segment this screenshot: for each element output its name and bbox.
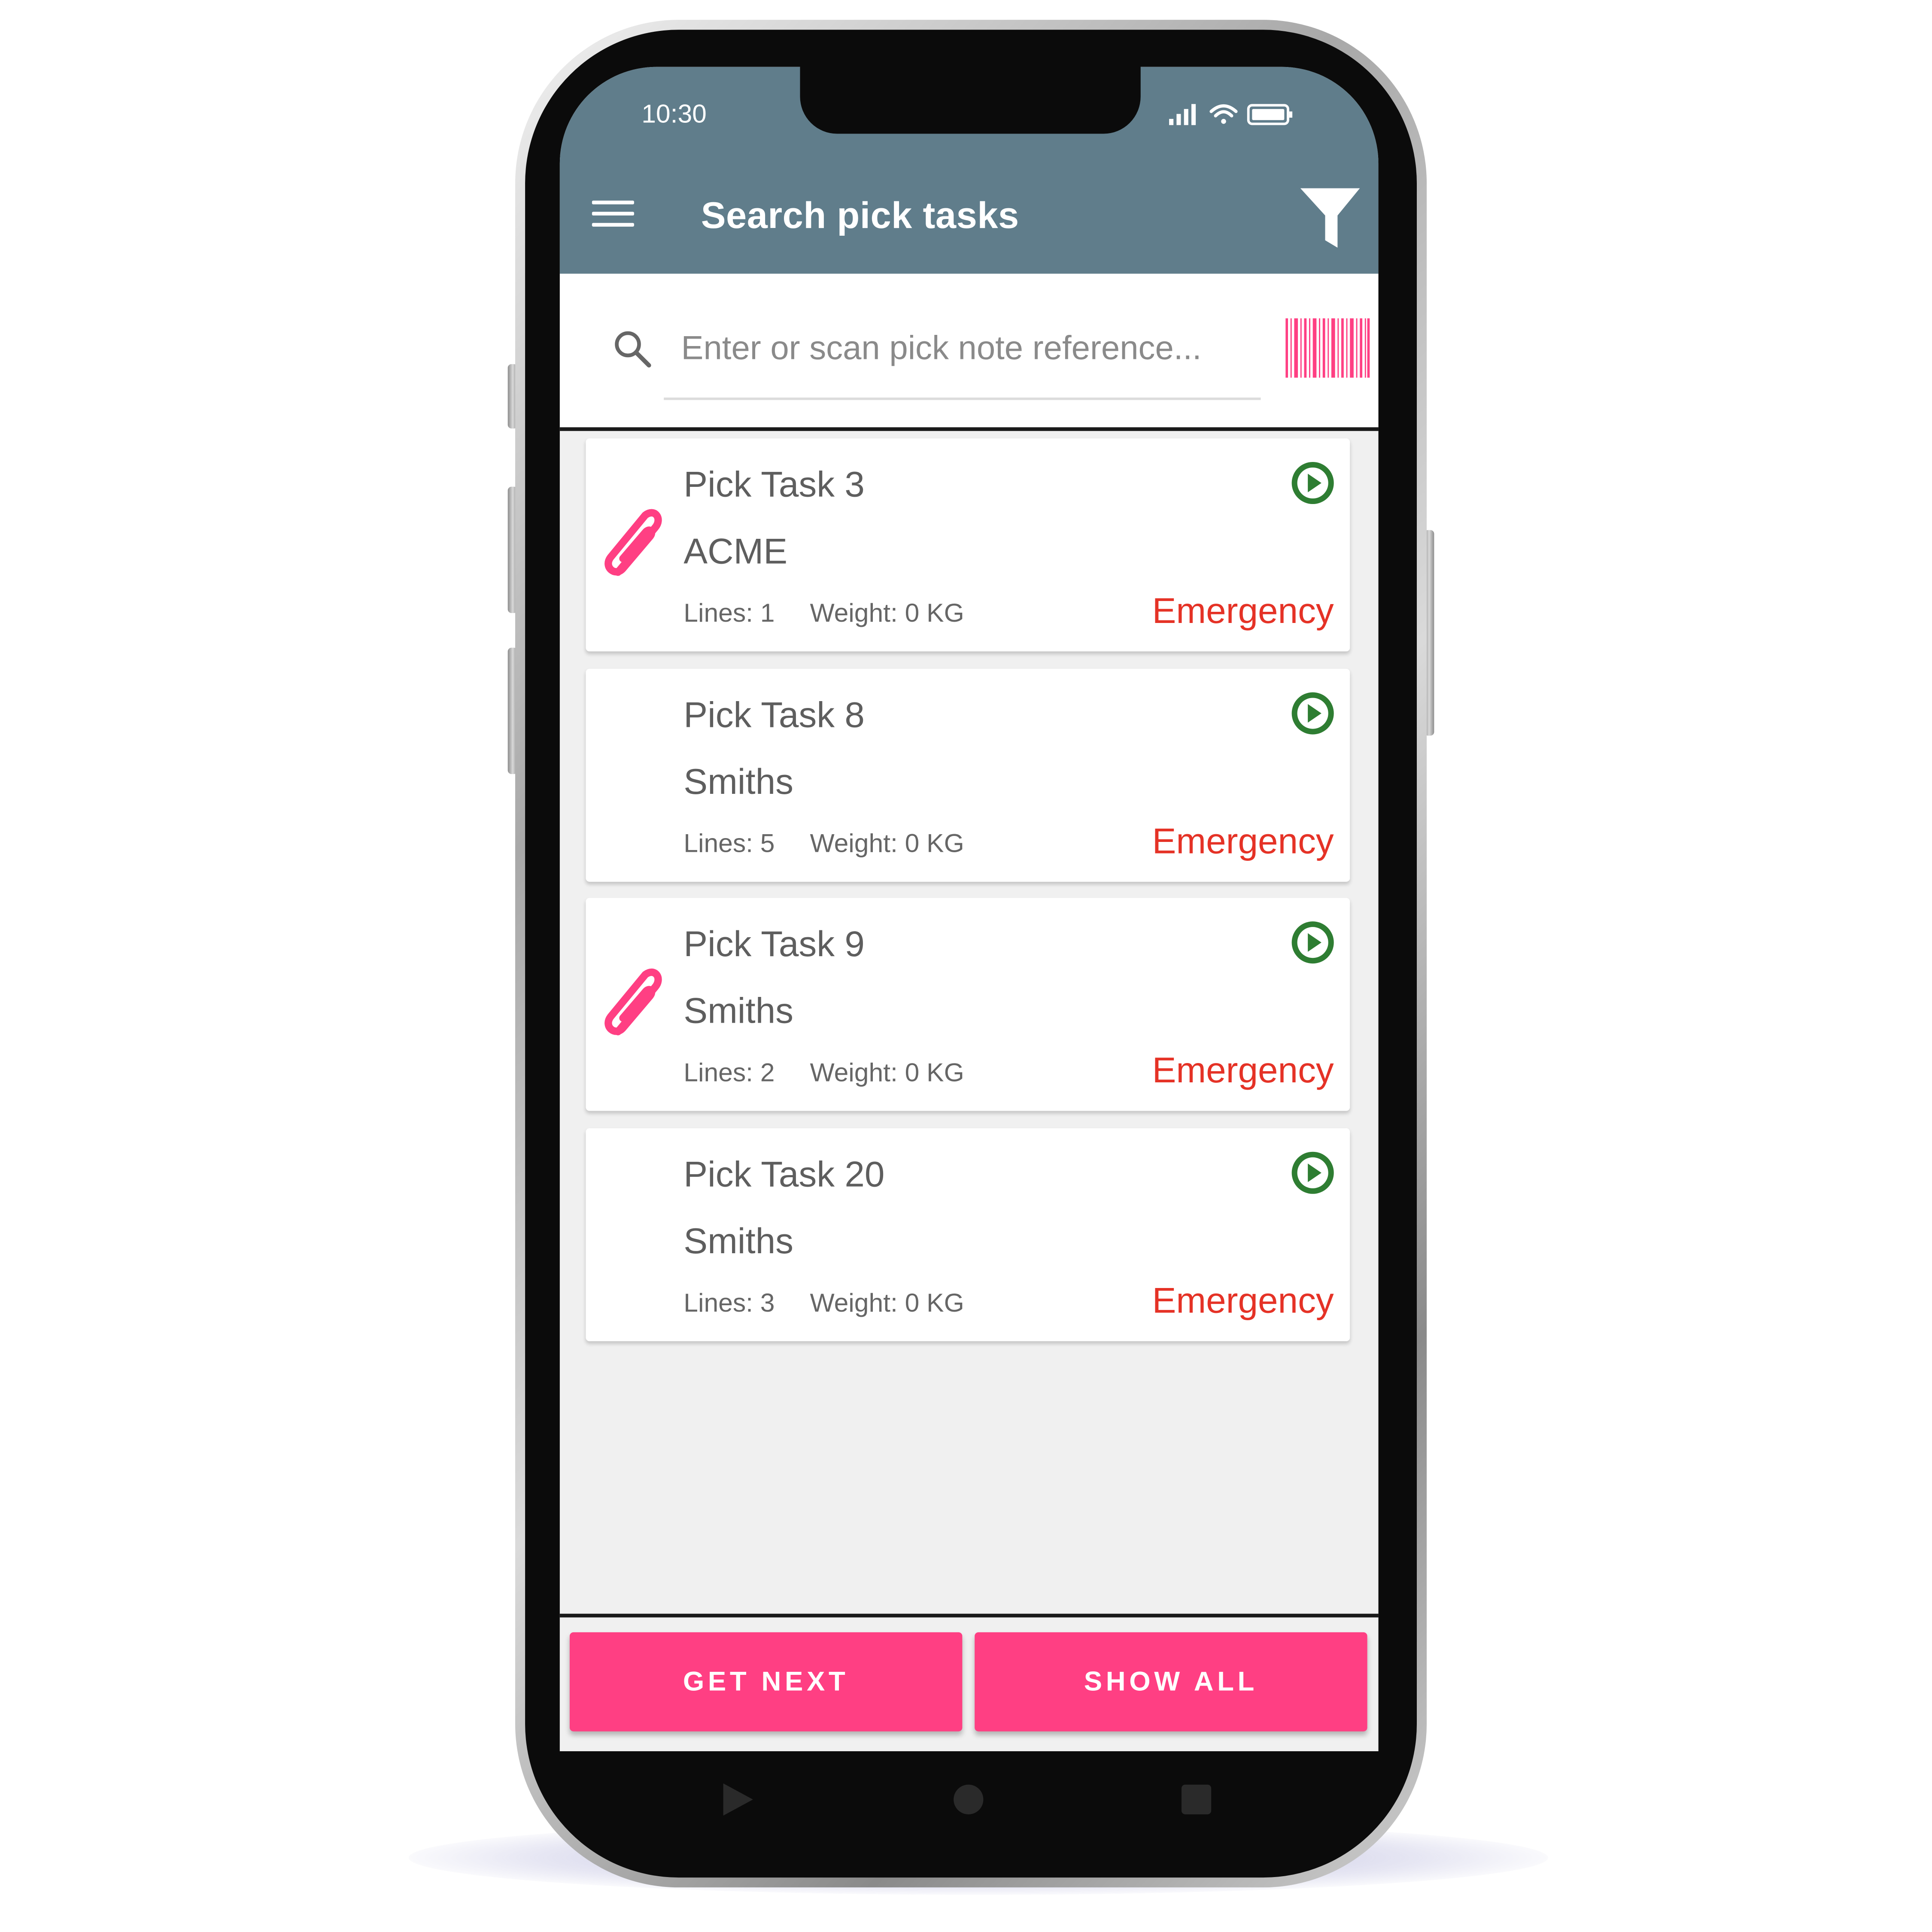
get-next-button[interactable]: GET NEXT — [569, 1632, 963, 1732]
show-all-button[interactable]: SHOW ALL — [975, 1632, 1367, 1732]
play-icon[interactable] — [1291, 920, 1335, 965]
play-icon[interactable] — [1291, 691, 1335, 736]
task-title: Pick Task 9 — [683, 925, 865, 965]
task-customer: Smiths — [683, 1222, 794, 1262]
play-icon[interactable] — [1291, 1151, 1335, 1195]
home-icon — [954, 1784, 984, 1814]
barcode-icon[interactable] — [1285, 318, 1370, 378]
task-weight: Weight: 0 KG — [810, 599, 964, 628]
task-priority: Emergency — [1152, 1282, 1334, 1321]
search-input[interactable] — [681, 323, 1239, 373]
task-priority: Emergency — [1152, 822, 1334, 862]
task-lines: Lines: 5 — [683, 829, 775, 859]
device-frame: 10:30 Search pick tasks Enter or scan pi… — [0, 0, 1932, 1932]
task-card[interactable]: Pick Task 9 Smiths Lines: 2 Weight: 0 KG… — [586, 898, 1350, 1111]
status-icons — [1169, 104, 1293, 125]
task-lines: Lines: 2 — [683, 1059, 775, 1088]
search-bar — [559, 273, 1379, 431]
task-card[interactable]: Pick Task 3 ACME Lines: 1 Weight: 0 KG E… — [586, 438, 1350, 652]
paperclip-icon — [605, 509, 662, 576]
page-title: Search pick tasks — [701, 195, 1019, 237]
task-card[interactable]: Pick Task 8 Smiths Lines: 5 Weight: 0 KG… — [586, 668, 1350, 882]
task-title: Pick Task 20 — [683, 1155, 885, 1195]
task-weight: Weight: 0 KG — [810, 1059, 964, 1088]
task-customer: ACME — [683, 532, 788, 572]
task-card[interactable]: Pick Task 20 Smiths Lines: 3 Weight: 0 K… — [586, 1128, 1350, 1342]
bottom-action-bar: GET NEXT SHOW ALL — [559, 1613, 1379, 1751]
task-lines: Lines: 3 — [683, 1289, 775, 1318]
menu-icon[interactable] — [592, 200, 634, 233]
battery-icon — [1247, 104, 1293, 125]
task-title: Pick Task 8 — [683, 696, 865, 736]
task-weight: Weight: 0 KG — [810, 1289, 964, 1318]
status-time: 10:30 — [641, 100, 707, 129]
task-priority: Emergency — [1152, 1051, 1334, 1091]
android-nav-bar — [723, 1783, 1212, 1816]
wifi-icon — [1209, 104, 1238, 124]
search-underline — [664, 397, 1261, 400]
task-weight: Weight: 0 KG — [810, 829, 964, 859]
task-customer: Smiths — [683, 992, 794, 1032]
task-customer: Smiths — [683, 762, 794, 803]
paperclip-icon — [605, 968, 662, 1036]
task-lines: Lines: 1 — [683, 599, 775, 628]
task-priority: Emergency — [1152, 592, 1334, 632]
recents-icon — [1181, 1784, 1212, 1814]
play-icon[interactable] — [1291, 461, 1335, 505]
screen: 10:30 Search pick tasks Enter or scan pi… — [559, 67, 1379, 1751]
task-title: Pick Task 3 — [683, 465, 865, 505]
search-icon — [615, 331, 651, 368]
back-icon — [723, 1783, 753, 1816]
signal-icon — [1169, 104, 1196, 125]
filter-icon[interactable] — [1298, 186, 1362, 250]
camera-notch — [800, 59, 1141, 134]
